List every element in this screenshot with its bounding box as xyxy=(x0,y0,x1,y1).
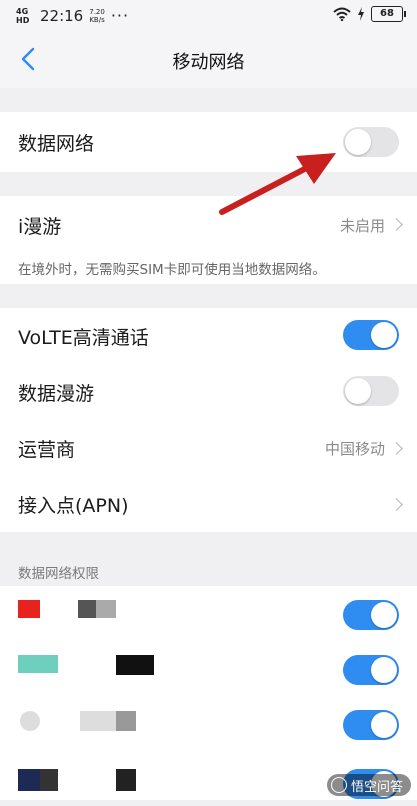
app-permission-row[interactable] xyxy=(0,586,417,641)
app-icon xyxy=(18,600,40,618)
wifi-icon xyxy=(333,7,351,21)
charging-icon xyxy=(358,7,364,21)
volte-label: VoLTE高清通话 xyxy=(18,327,149,349)
app-permission-row[interactable] xyxy=(0,641,417,696)
apn-row[interactable]: 接入点(APN) xyxy=(0,476,417,532)
network-settings-section: VoLTE高清通话 数据漫游 运营商 中国移动 接入点(APN) xyxy=(0,308,417,532)
permissions-list xyxy=(0,586,417,800)
app-data-toggle[interactable] xyxy=(343,655,399,685)
nav-bar: 移动网络 xyxy=(0,32,417,88)
network-type: 4G HD xyxy=(16,6,30,25)
toggle-knob xyxy=(371,602,397,628)
app-icon xyxy=(18,769,40,791)
app-name-redacted xyxy=(40,769,58,791)
carrier-value: 中国移动 xyxy=(324,440,385,458)
app-data-toggle[interactable] xyxy=(343,710,399,740)
data-roaming-row[interactable]: 数据漫游 xyxy=(0,364,417,420)
i-roaming-hint: 在境外时，无需购买SIM卡即可使用当地数据网络。 xyxy=(18,262,326,278)
status-time: 22:16 xyxy=(40,6,84,25)
app-permission-row[interactable] xyxy=(0,696,417,751)
carrier-label: 运营商 xyxy=(18,439,76,461)
more-notifications-icon: ··· xyxy=(110,6,130,25)
watermark-text: 悟空问答 xyxy=(350,779,403,795)
data-network-row[interactable]: 数据网络 xyxy=(0,112,417,172)
status-bar: 4G HD 22:16 7.20 KB/s ··· 68 xyxy=(0,0,417,32)
app-name-redacted xyxy=(80,711,116,731)
chevron-right-icon xyxy=(390,498,403,511)
network-speed: 7.20 KB/s xyxy=(89,7,105,24)
app-name-redacted xyxy=(116,655,154,675)
toggle-knob xyxy=(345,378,371,404)
app-name-redacted xyxy=(78,600,96,618)
data-network-toggle[interactable] xyxy=(343,127,399,157)
i-roaming-label: i漫游 xyxy=(18,216,62,238)
toggle-knob xyxy=(371,322,397,348)
i-roaming-section: i漫游 未启用 在境外时，无需购买SIM卡即可使用当地数据网络。 xyxy=(0,196,417,284)
app-name-redacted-2 xyxy=(116,769,136,791)
page-title: 移动网络 xyxy=(172,52,245,73)
toggle-knob xyxy=(345,129,371,155)
apn-label: 接入点(APN) xyxy=(18,495,129,517)
data-network-label: 数据网络 xyxy=(18,133,95,155)
carrier-row[interactable]: 运营商 中国移动 xyxy=(0,420,417,476)
i-roaming-row[interactable]: i漫游 未启用 xyxy=(0,196,417,252)
toggle-knob xyxy=(371,657,397,683)
volte-toggle[interactable] xyxy=(343,320,399,350)
wukong-logo-icon xyxy=(330,777,347,793)
permissions-header: 数据网络权限 xyxy=(18,566,99,582)
volte-row[interactable]: VoLTE高清通话 xyxy=(0,308,417,364)
watermark: 悟空问答 xyxy=(326,774,411,796)
chevron-right-icon xyxy=(390,218,403,231)
toggle-knob xyxy=(371,712,397,738)
data-roaming-toggle[interactable] xyxy=(343,376,399,406)
battery-icon: 68 xyxy=(371,6,406,22)
i-roaming-status: 未启用 xyxy=(339,217,385,235)
app-icon xyxy=(18,655,58,673)
app-icon xyxy=(20,711,40,731)
app-data-toggle[interactable] xyxy=(343,600,399,630)
app-name-redacted-2 xyxy=(116,711,136,731)
data-roaming-label: 数据漫游 xyxy=(18,383,95,405)
chevron-right-icon xyxy=(390,442,403,455)
app-name-redacted-2 xyxy=(96,600,116,618)
